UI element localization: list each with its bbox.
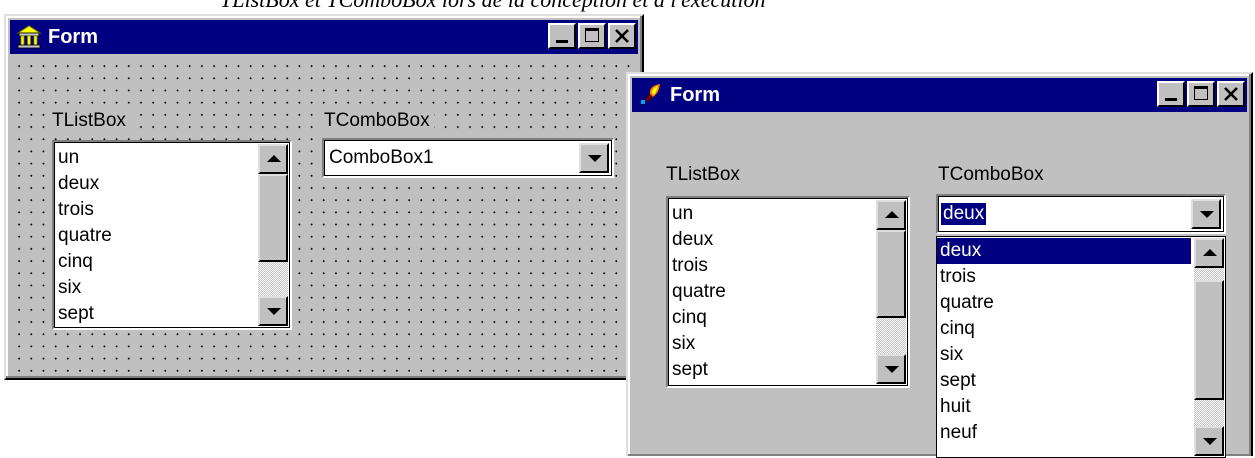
scroll-thumb[interactable]: [258, 174, 288, 262]
scroll-down-button[interactable]: [1194, 426, 1224, 456]
list-item[interactable]: cinq: [58, 249, 254, 275]
dropdown-scrollbar[interactable]: [1194, 238, 1224, 456]
listbox[interactable]: un deux trois quatre cinq six sept: [666, 196, 910, 388]
scroll-down-icon: [885, 366, 899, 373]
title-bar[interactable]: Form: [10, 20, 638, 54]
scroll-up-icon: [267, 155, 281, 162]
combobox-dropdown-button[interactable]: [1191, 199, 1221, 229]
figure-caption: TListBox et TComboBox lors de la concept…: [220, 0, 1000, 13]
list-item[interactable]: huit: [940, 394, 1191, 420]
list-item[interactable]: trois: [58, 197, 254, 223]
listbox-items: un deux trois quatre cinq six sept: [58, 145, 254, 327]
scroll-up-icon: [1203, 249, 1217, 256]
list-item[interactable]: quatre: [940, 290, 1191, 316]
close-button[interactable]: [608, 23, 636, 49]
scroll-up-icon: [885, 211, 899, 218]
minimize-icon: [556, 40, 568, 43]
torch-icon: [640, 84, 660, 106]
list-item[interactable]: neuf: [940, 420, 1191, 446]
minimize-button[interactable]: [548, 23, 576, 49]
list-item[interactable]: trois: [672, 253, 872, 279]
combobox-value: deux: [941, 203, 987, 225]
close-icon: [1224, 87, 1238, 101]
scroll-thumb[interactable]: [876, 230, 906, 318]
tcombobox-label: TComboBox: [320, 110, 434, 132]
scroll-track[interactable]: [258, 262, 288, 296]
title-bar[interactable]: Form: [632, 78, 1247, 112]
maximize-button[interactable]: [578, 23, 606, 49]
list-item[interactable]: six: [940, 342, 1191, 368]
combobox-dropdown-button[interactable]: [579, 143, 609, 173]
chevron-down-icon: [588, 155, 602, 162]
scroll-down-button[interactable]: [876, 354, 906, 384]
combobox[interactable]: ComboBox1: [322, 138, 614, 178]
window-title: Form: [48, 26, 98, 48]
close-icon: [615, 29, 629, 43]
scroll-down-button[interactable]: [258, 296, 288, 326]
list-item[interactable]: deux: [58, 171, 254, 197]
design-time-form-window: Form TListBox TComboBox un deux trois quatr…: [4, 14, 644, 380]
scroll-down-icon: [1203, 438, 1217, 445]
list-item[interactable]: sept: [672, 357, 872, 383]
maximize-button[interactable]: [1187, 81, 1215, 107]
minimize-button[interactable]: [1157, 81, 1185, 107]
list-item[interactable]: un: [672, 201, 872, 227]
list-item[interactable]: sept: [940, 368, 1191, 394]
chevron-down-icon: [1200, 211, 1214, 218]
scroll-thumb[interactable]: [1194, 280, 1224, 400]
delphi-form-icon: [16, 25, 42, 49]
window-controls: [1157, 81, 1245, 107]
scroll-up-button[interactable]: [1194, 238, 1224, 268]
tcombobox-label: TComboBox: [938, 164, 1044, 185]
combobox-value: ComboBox1: [329, 147, 434, 168]
window-controls: [548, 23, 636, 49]
list-item[interactable]: deux: [672, 227, 872, 253]
listbox-items: un deux trois quatre cinq six sept: [672, 201, 872, 383]
combobox-dropdown-list[interactable]: deux trois quatre cinq six sept huit neuf: [936, 236, 1226, 458]
maximize-icon: [585, 28, 599, 42]
maximize-icon: [1194, 86, 1208, 100]
form-design-surface[interactable]: TListBox TComboBox un deux trois quatre cinq…: [10, 56, 638, 374]
listbox[interactable]: un deux trois quatre cinq six sept: [52, 140, 292, 330]
scroll-up-button[interactable]: [258, 144, 288, 174]
list-item[interactable]: deux: [937, 238, 1191, 264]
form-client-area: TListBox TComboBox un deux trois quatre cinq…: [632, 114, 1247, 458]
list-item[interactable]: quatre: [58, 223, 254, 249]
list-item[interactable]: six: [672, 331, 872, 357]
list-item[interactable]: cinq: [672, 305, 872, 331]
tlistbox-label: TListBox: [666, 164, 740, 185]
list-item[interactable]: six: [58, 275, 254, 301]
list-item[interactable]: cinq: [940, 316, 1191, 342]
scroll-up-button[interactable]: [876, 200, 906, 230]
scroll-down-icon: [267, 308, 281, 315]
dropdown-items: deux trois quatre cinq six sept huit neuf: [937, 238, 1191, 446]
list-item[interactable]: quatre: [672, 279, 872, 305]
list-item[interactable]: un: [58, 145, 254, 171]
window-title: Form: [670, 84, 720, 106]
close-button[interactable]: [1217, 81, 1245, 107]
combobox[interactable]: deux: [936, 194, 1226, 234]
minimize-icon: [1165, 98, 1177, 101]
tlistbox-label: TListBox: [48, 110, 130, 132]
list-item[interactable]: sept: [58, 301, 254, 327]
listbox-scrollbar[interactable]: [258, 144, 288, 326]
listbox-scrollbar[interactable]: [876, 200, 906, 384]
runtime-form-window: Form TListBox TComboBox un deux trois quatr…: [626, 72, 1253, 458]
list-item[interactable]: trois: [940, 264, 1191, 290]
